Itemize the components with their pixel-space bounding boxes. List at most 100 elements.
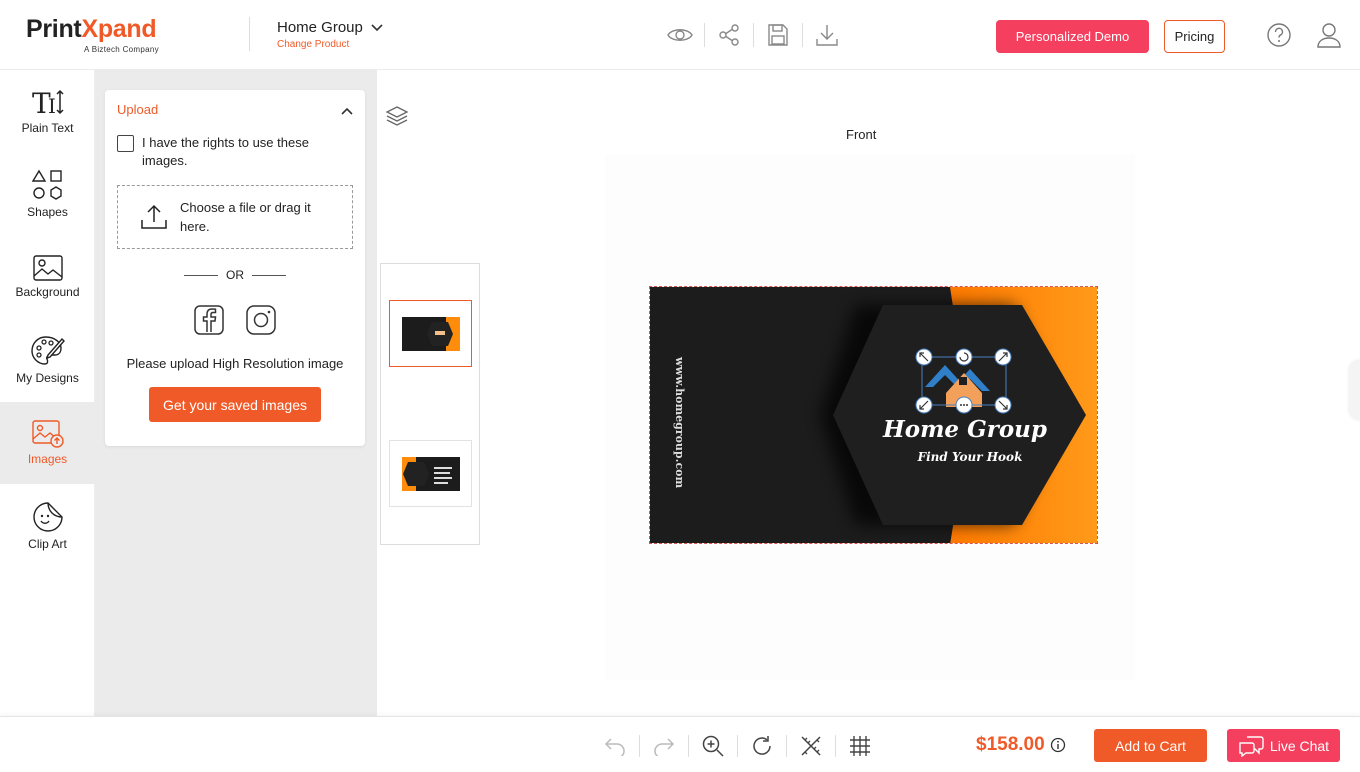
refresh-icon — [753, 736, 771, 755]
svg-text:I: I — [48, 94, 56, 117]
tool-shapes[interactable]: Shapes — [0, 153, 95, 235]
social-import — [193, 304, 277, 336]
product-name-row[interactable]: Home Group — [277, 19, 383, 36]
card-title: Home Group — [882, 416, 1047, 443]
image-icon — [32, 255, 63, 281]
collapse-panel-button[interactable] — [341, 102, 353, 120]
undo-icon — [604, 738, 625, 756]
tool-plain-text[interactable]: TI Plain Text — [0, 70, 95, 152]
layers-button[interactable] — [385, 105, 409, 132]
sticker-icon — [32, 502, 63, 532]
save-button[interactable] — [762, 20, 794, 50]
download-button[interactable] — [811, 20, 843, 50]
product-selector[interactable]: Home Group Change Product — [277, 19, 383, 50]
business-card-front[interactable]: www.homegroup.com Home Group Find Your H… — [649, 286, 1098, 544]
info-icon[interactable] — [1050, 737, 1066, 753]
grid-button[interactable] — [843, 731, 877, 761]
zoom-in-icon — [702, 735, 724, 757]
or-separator: OR — [105, 268, 365, 282]
images-icon — [31, 420, 64, 448]
header-icon-separator — [704, 23, 705, 47]
upload-note: Please upload High Resolution image — [126, 356, 344, 371]
header-icon-separator — [802, 23, 803, 47]
share-icon — [719, 24, 739, 46]
right-drawer-handle[interactable] — [1349, 360, 1360, 420]
save-icon — [768, 24, 788, 46]
card-tagline: Find Your Hook — [917, 450, 1023, 464]
tool-label: Clip Art — [28, 537, 67, 551]
add-to-cart-button[interactable]: Add to Cart — [1094, 729, 1207, 762]
thumbnail-front[interactable] — [389, 300, 472, 367]
upload-panel: Upload I have the rights to use these im… — [105, 90, 365, 446]
palette-icon — [30, 336, 65, 365]
download-icon — [816, 25, 838, 46]
tool-clip-art[interactable]: Clip Art — [0, 485, 95, 567]
tool-my-designs[interactable]: My Designs — [0, 319, 95, 401]
or-line — [252, 274, 286, 276]
chat-icon — [1239, 735, 1264, 757]
shapes-icon — [31, 169, 62, 200]
card-front-thumbnail — [401, 316, 460, 351]
personalized-demo-button[interactable]: Personalized Demo — [996, 20, 1149, 53]
control-separator — [639, 735, 640, 757]
help-icon — [1267, 23, 1291, 47]
logo-text: PrintXpand — [26, 15, 157, 43]
file-dropzone[interactable]: Choose a file or drag it here. — [117, 185, 353, 249]
control-separator — [688, 735, 689, 757]
rights-checkbox[interactable] — [117, 135, 134, 152]
user-icon — [1317, 23, 1341, 48]
header-actions — [664, 20, 843, 50]
help-button[interactable] — [1266, 22, 1292, 53]
redo-icon — [654, 738, 675, 756]
product-name: Home Group — [277, 19, 363, 36]
pricing-button[interactable]: Pricing — [1164, 20, 1225, 53]
get-saved-images-button[interactable]: Get your saved images — [149, 387, 321, 422]
top-header: PrintXpand A Biztech Company Home Group … — [0, 0, 1360, 70]
control-separator — [737, 735, 738, 757]
tool-label: Background — [15, 285, 80, 299]
live-chat-button[interactable]: Live Chat — [1227, 729, 1340, 762]
account-button[interactable] — [1316, 21, 1342, 54]
upload-panel-title: Upload — [117, 102, 159, 117]
vertical-url: www.homegroup.com — [673, 356, 686, 488]
layers-icon — [385, 106, 409, 126]
reset-button[interactable] — [745, 731, 779, 761]
canvas-controls — [598, 731, 877, 761]
or-line — [184, 274, 218, 276]
price-value: $158.00 — [976, 734, 1045, 755]
chevron-up-icon — [341, 107, 353, 115]
facebook-icon[interactable] — [193, 304, 225, 336]
upload-icon — [141, 204, 167, 229]
tool-background[interactable]: Background — [0, 236, 95, 318]
page-thumbnails — [380, 263, 480, 545]
tool-sidebar: TI Plain Text Shapes Background My Desig… — [0, 70, 95, 716]
bottom-bar: $158.00 Add to Cart Live Chat — [0, 716, 1360, 772]
zoom-in-button[interactable] — [696, 731, 730, 761]
share-button[interactable] — [713, 20, 745, 50]
live-chat-label: Live Chat — [1269, 737, 1330, 754]
preview-button[interactable] — [664, 20, 696, 50]
eye-icon — [667, 29, 693, 41]
tool-label: Plain Text — [21, 121, 74, 135]
brand-logo[interactable]: PrintXpand A Biztech Company — [26, 15, 159, 54]
tool-label: Images — [27, 452, 68, 466]
thumbnail-back[interactable] — [389, 440, 472, 507]
header-icon-separator — [753, 23, 754, 47]
tool-label: Shapes — [27, 205, 68, 219]
tool-images[interactable]: Images — [0, 402, 95, 484]
control-separator — [835, 735, 836, 757]
side-label: Front — [846, 127, 877, 142]
undo-button[interactable] — [598, 731, 632, 761]
logo-subtitle: A Biztech Company — [84, 45, 159, 54]
pencil-ruler-icon — [801, 736, 821, 756]
rights-checkbox-row[interactable]: I have the rights to use these images. — [117, 134, 342, 170]
instagram-icon[interactable] — [245, 304, 277, 336]
card-back-thumbnail — [401, 456, 460, 491]
business-card-artwork: www.homegroup.com Home Group Find Your H… — [650, 287, 1097, 543]
grid-icon — [850, 736, 870, 756]
redo-button[interactable] — [647, 731, 681, 761]
change-product-link[interactable]: Change Product — [277, 39, 383, 50]
rulers-button[interactable] — [794, 731, 828, 761]
or-text: OR — [226, 268, 244, 282]
control-separator — [786, 735, 787, 757]
